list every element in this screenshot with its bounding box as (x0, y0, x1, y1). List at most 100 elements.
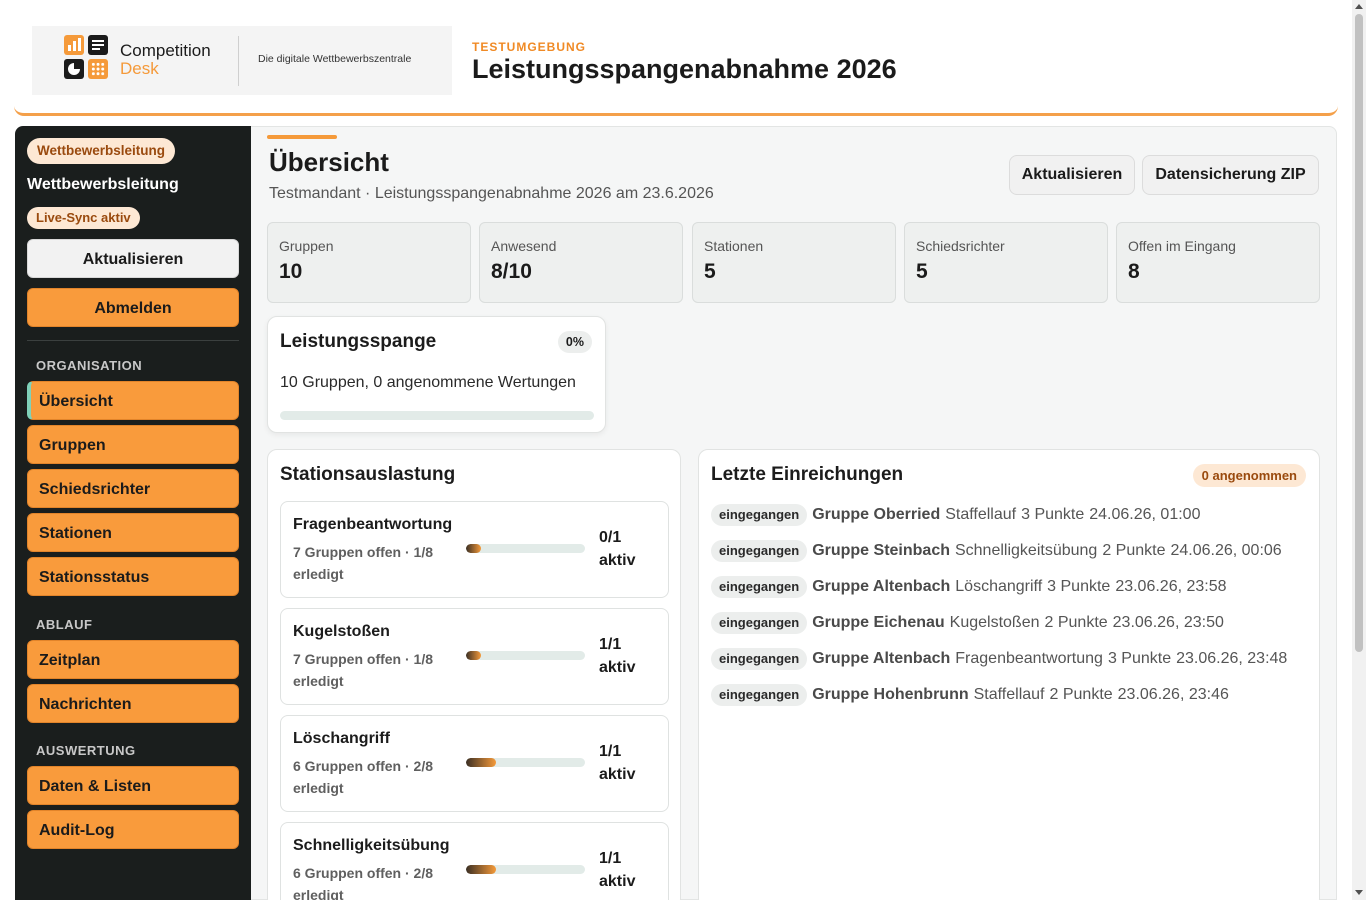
submission-time: 24.06.26, 01:00 (1089, 506, 1201, 523)
stat-value: 5 (916, 260, 928, 283)
scroll-up-icon[interactable] (1355, 4, 1363, 9)
accepted-count-badge: 0 angenommen (1192, 464, 1306, 487)
event-title: Leistungsspangenabnahme 2026 (472, 54, 897, 84)
submission-points: 2 Punkte (1044, 614, 1108, 631)
sidebar-divider (27, 340, 239, 341)
sidebar-item-audit-log[interactable]: Audit-Log (27, 810, 239, 849)
station-active-count: 0/1 aktiv (599, 529, 636, 569)
submission-points: 3 Punkte (1021, 506, 1085, 523)
progress-fill (466, 865, 496, 874)
environment-label: TESTUMGEBUNG (472, 40, 586, 54)
stat-value: 5 (704, 260, 716, 283)
app-header: Competition Desk Die digitale Wettbewerb… (14, 0, 1338, 116)
progress-fill (466, 758, 496, 767)
submission-list: eingegangen Gruppe Oberried Staffellauf 3 P… (711, 499, 1311, 715)
scrollbar-thumb[interactable] (1355, 14, 1363, 652)
brand-name: Competition (120, 41, 211, 60)
station-item: Fragenbeantwortung 7 Gruppen offen · 1/8 … (280, 501, 669, 598)
sidebar-item-daten-listen[interactable]: Daten & Listen (27, 766, 239, 805)
page-title: Übersicht (269, 147, 389, 177)
station-active-count: 1/1 aktiv (599, 743, 636, 783)
station-meta: 6 Gruppen offen · 2/8 erledigt (293, 865, 434, 900)
brand-name-sub: Desk (120, 59, 159, 78)
submission-group: Gruppe Eichenau (812, 614, 945, 631)
leistungsspange-card: Leistungsspange 0% 10 Gruppen, 0 angenom… (267, 316, 606, 433)
submission-station: Schnelligkeitsübung (954, 542, 1098, 559)
submission-row: eingegangen Gruppe Altenbach Fragenbeantwo… (711, 643, 1311, 675)
recent-submissions-card: Letzte Einreichungen 0 angenommen eingeg… (698, 449, 1320, 900)
submission-station: Kugelstoßen (949, 614, 1040, 631)
stat-label: Anwesend (491, 238, 557, 254)
stat-label: Schiedsrichter (916, 238, 1005, 254)
submission-time: 23.06.26, 23:48 (1176, 650, 1288, 667)
logout-button[interactable]: Abmelden (27, 288, 239, 327)
backup-zip-button[interactable]: Datensicherung ZIP (1142, 155, 1319, 195)
submission-row: eingegangen Gruppe Altenbach Löschangriff 3… (711, 571, 1311, 603)
leistungsspange-progress-bar (280, 411, 594, 420)
page-subtitle: Testmandant · Leistungsspangenabnahme 20… (269, 185, 714, 202)
role-badge: Wettbewerbsleitung (27, 138, 176, 164)
submission-row: eingegangen Gruppe Hohenbrunn Staffellauf 2… (711, 679, 1311, 711)
role-name: Wettbewerbsleitung (27, 176, 179, 193)
submission-points: 2 Punkte (1102, 542, 1166, 559)
scroll-down-icon[interactable] (1355, 890, 1363, 895)
competition-desk-logo-icon (64, 35, 108, 79)
title-accent-bar (267, 135, 337, 139)
stat-label: Stationen (704, 238, 764, 254)
submission-group: Gruppe Oberried (812, 506, 941, 523)
sidebar: Wettbewerbsleitung Wettbewerbsleitung Li… (15, 126, 251, 900)
station-name: Fragenbeantwortung (293, 516, 453, 533)
submission-points: 2 Punkte (1049, 686, 1113, 703)
station-meta: 6 Gruppen offen · 2/8 erledigt (293, 758, 434, 796)
stat-value: 8 (1128, 260, 1140, 283)
station-name: Schnelligkeitsübung (293, 837, 450, 854)
section-title: Stationsauslastung (280, 464, 456, 485)
stat-card-gruppen: Gruppen 10 (267, 222, 471, 303)
station-item: Schnelligkeitsübung 6 Gruppen offen · 2/8… (280, 822, 669, 900)
station-progress-bar (466, 651, 585, 660)
status-badge: eingegangen (711, 611, 808, 634)
submission-time: 23.06.26, 23:50 (1112, 614, 1224, 631)
station-progress-bar (466, 758, 585, 767)
station-meta: 7 Gruppen offen · 1/8 erledigt (293, 544, 434, 582)
main-content: Übersicht Testmandant · Leistungsspangen… (251, 126, 1337, 900)
sidebar-item-zeitplan[interactable]: Zeitplan (27, 640, 239, 679)
refresh-button[interactable]: Aktualisieren (1009, 155, 1135, 195)
live-sync-badge: Live-Sync aktiv (27, 207, 140, 229)
submission-row: eingegangen Gruppe Oberried Staffellauf 3 P… (711, 499, 1311, 531)
station-name: Kugelstoßen (293, 623, 390, 640)
progress-fill (466, 651, 481, 660)
sidebar-item-uebersicht[interactable]: Übersicht (27, 381, 239, 420)
stat-label: Offen im Eingang (1128, 238, 1236, 254)
submission-group: Gruppe Steinbach (812, 542, 950, 559)
stat-card-offen-im-eingang: Offen im Eingang 8 (1116, 222, 1320, 303)
station-meta: 7 Gruppen offen · 1/8 erledigt (293, 651, 434, 689)
station-progress-bar (466, 544, 585, 553)
station-utilization-card: Stationsauslastung Fragenbeantwortung 7 G… (267, 449, 681, 900)
station-item: Löschangriff 6 Gruppen offen · 2/8 erledi… (280, 715, 669, 812)
submission-time: 23.06.26, 23:46 (1117, 686, 1229, 703)
sidebar-item-gruppen[interactable]: Gruppen (27, 425, 239, 464)
leistungsspange-title: Leistungsspange (280, 331, 437, 352)
sidebar-item-stationen[interactable]: Stationen (27, 513, 239, 552)
nav-section-ablauf: ABLAUF (36, 617, 93, 632)
stat-card-anwesend: Anwesend 8/10 (479, 222, 683, 303)
submission-row: eingegangen Gruppe Eichenau Kugelstoßen 2 P… (711, 607, 1311, 639)
sidebar-refresh-button[interactable]: Aktualisieren (27, 239, 239, 278)
page-scrollbar[interactable] (1352, 0, 1366, 900)
status-badge: eingegangen (711, 647, 808, 670)
stat-card-stationen: Stationen 5 (692, 222, 896, 303)
submission-group: Gruppe Altenbach (812, 650, 951, 667)
leistungsspange-summary: 10 Gruppen, 0 angenommene Wertungen (280, 374, 576, 391)
sidebar-item-schiedsrichter[interactable]: Schiedsrichter (27, 469, 239, 508)
progress-fill (466, 544, 481, 553)
status-badge: eingegangen (711, 539, 808, 562)
station-active-count: 1/1 aktiv (599, 636, 636, 676)
section-title: Letzte Einreichungen (711, 464, 904, 485)
brand-tagline: Die digitale Wettbewerbszentrale (258, 53, 412, 65)
submission-points: 3 Punkte (1107, 650, 1172, 667)
submission-station: Löschangriff (955, 578, 1043, 595)
submission-station: Fragenbeantwortung (955, 650, 1103, 667)
sidebar-item-stationsstatus[interactable]: Stationsstatus (27, 557, 239, 596)
sidebar-item-nachrichten[interactable]: Nachrichten (27, 684, 239, 723)
